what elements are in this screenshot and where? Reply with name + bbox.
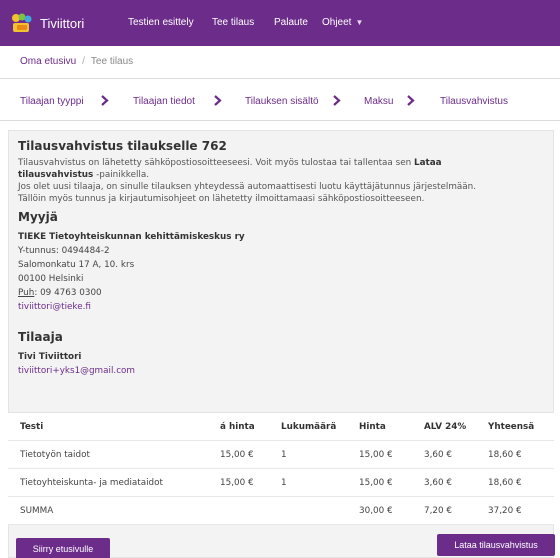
nav-tee-tilaus[interactable]: Tee tilaus <box>212 17 254 28</box>
chevron-down-icon: ▼ <box>355 18 364 27</box>
table-cell: 15,00 € <box>359 478 393 488</box>
confirmation-text-1-bold: Lataa <box>413 158 442 168</box>
tiviittori-logo-icon <box>10 12 34 34</box>
seller-phone: Puh: 09 4763 0300 <box>18 288 102 298</box>
table-cell: 15,00 € <box>220 478 254 488</box>
table-header: Lukumäärä <box>281 422 337 432</box>
table-cell: 18,60 € <box>488 450 522 460</box>
step-tilausvahvistus[interactable]: Tilausvahvistus <box>440 96 508 107</box>
table-header: Testi <box>20 422 44 432</box>
step-arrow-icon <box>101 95 109 106</box>
nav-palaute[interactable]: Palaute <box>274 17 308 28</box>
step-tilauksen-sisalto[interactable]: Tilauksen sisältö <box>245 96 319 107</box>
seller-city: 00100 Helsinki <box>18 274 84 284</box>
table-cell: 30,00 € <box>359 506 393 516</box>
seller-heading: Myyjä <box>18 210 58 224</box>
table-header: Yhteensä <box>488 422 535 432</box>
step-tilaajan-tyyppi[interactable]: Tilaajan tyyppi <box>20 96 84 107</box>
seller-email-link[interactable]: tiviittori@tieke.fi <box>18 302 91 312</box>
table-cell: 15,00 € <box>359 450 393 460</box>
table-header: á hinta <box>220 422 255 432</box>
step-tilaajan-tiedot[interactable]: Tilaajan tiedot <box>133 96 195 107</box>
table-header: ALV 24% <box>424 422 467 432</box>
table-cell: 3,60 € <box>424 478 452 488</box>
seller-street: Salomonkatu 17 A, 10. krs <box>18 260 135 270</box>
confirmation-text-2-bold: tilausvahvistus <box>18 170 94 180</box>
seller-ytunnus: Y-tunnus: 0494484-2 <box>18 246 110 256</box>
table-cell: 37,20 € <box>488 506 522 516</box>
confirmation-title: Tilausvahvistus tilaukselle 762 <box>18 139 227 153</box>
confirmation-text-2: -painikkella. <box>93 170 150 180</box>
confirmation-text: tilausvahvistus -painikkella. <box>18 170 149 182</box>
go-home-button[interactable]: Siirry etusivulle <box>16 538 110 558</box>
breadcrumb-current: Tee tilaus <box>90 56 134 67</box>
brand[interactable]: Tiviittori <box>10 12 84 34</box>
seller-phone-number: : 09 4763 0300 <box>34 288 102 298</box>
breadcrumb: Oma etusivu / Tee tilaus <box>20 56 133 67</box>
table-cell: 1 <box>281 450 287 460</box>
table-header: Hinta <box>359 422 386 432</box>
download-confirmation-button[interactable]: Lataa tilausvahvistus <box>437 534 555 556</box>
step-arrow-icon <box>214 95 222 106</box>
nav-testien-esittely[interactable]: Testien esittely <box>128 17 194 28</box>
confirmation-text: Tilausvahvistus on lähetetty sähköpostio… <box>18 158 442 170</box>
buyer-heading: Tilaaja <box>18 330 63 344</box>
brand-name: Tiviittori <box>40 15 85 31</box>
table-cell: 1 <box>281 478 287 488</box>
table-cell: SUMMA <box>20 506 54 516</box>
breadcrumb-home-link[interactable]: Oma etusivu <box>20 56 76 67</box>
table-cell: 18,60 € <box>488 478 522 488</box>
buyer-email-link[interactable]: tiviittori+yks1@gmail.com <box>18 366 135 376</box>
table-cell: Tietoyhteiskunta- ja mediataidot <box>20 478 163 488</box>
nav-ohjeet-dropdown[interactable]: Ohjeet ▼ <box>322 17 363 28</box>
divider <box>0 120 560 121</box>
order-table: Testi á hinta Lukumäärä Hinta ALV 24% Yh… <box>8 412 554 525</box>
step-arrow-icon <box>407 95 415 106</box>
table-cell: 3,60 € <box>424 450 452 460</box>
breadcrumb-separator: / <box>82 56 85 67</box>
confirmation-text: Jos olet uusi tilaaja, on sinulle tilauk… <box>18 182 477 192</box>
divider <box>0 78 560 79</box>
step-arrow-icon <box>333 95 341 106</box>
table-row: Tietoyhteiskunta- ja mediataidot 15,00 €… <box>8 469 554 497</box>
table-header-row: Testi á hinta Lukumäärä Hinta ALV 24% Yh… <box>8 413 554 441</box>
buyer-name: Tivi Tiviittori <box>18 352 82 362</box>
confirmation-text-1: Tilausvahvistus on lähetetty sähköpostio… <box>18 158 414 168</box>
step-maksu[interactable]: Maksu <box>364 96 393 107</box>
confirmation-text: Tällöin myös tunnus ja kirjautumisohjeet… <box>18 194 425 204</box>
table-cell: 7,20 € <box>424 506 452 516</box>
top-navbar: Tiviittori Testien esittely Tee tilaus P… <box>0 0 560 46</box>
table-cell: Tietotyön taidot <box>20 450 90 460</box>
table-row: Tietotyön taidot 15,00 € 1 15,00 € 3,60 … <box>8 441 554 469</box>
table-sum-row: SUMMA 30,00 € 7,20 € 37,20 € <box>8 497 554 525</box>
nav-ohjeet-label: Ohjeet <box>322 17 352 28</box>
seller-name: TIEKE Tietoyhteiskunnan kehittämiskeskus… <box>18 232 245 242</box>
seller-phone-label: Puh <box>18 288 35 298</box>
table-cell: 15,00 € <box>220 450 254 460</box>
